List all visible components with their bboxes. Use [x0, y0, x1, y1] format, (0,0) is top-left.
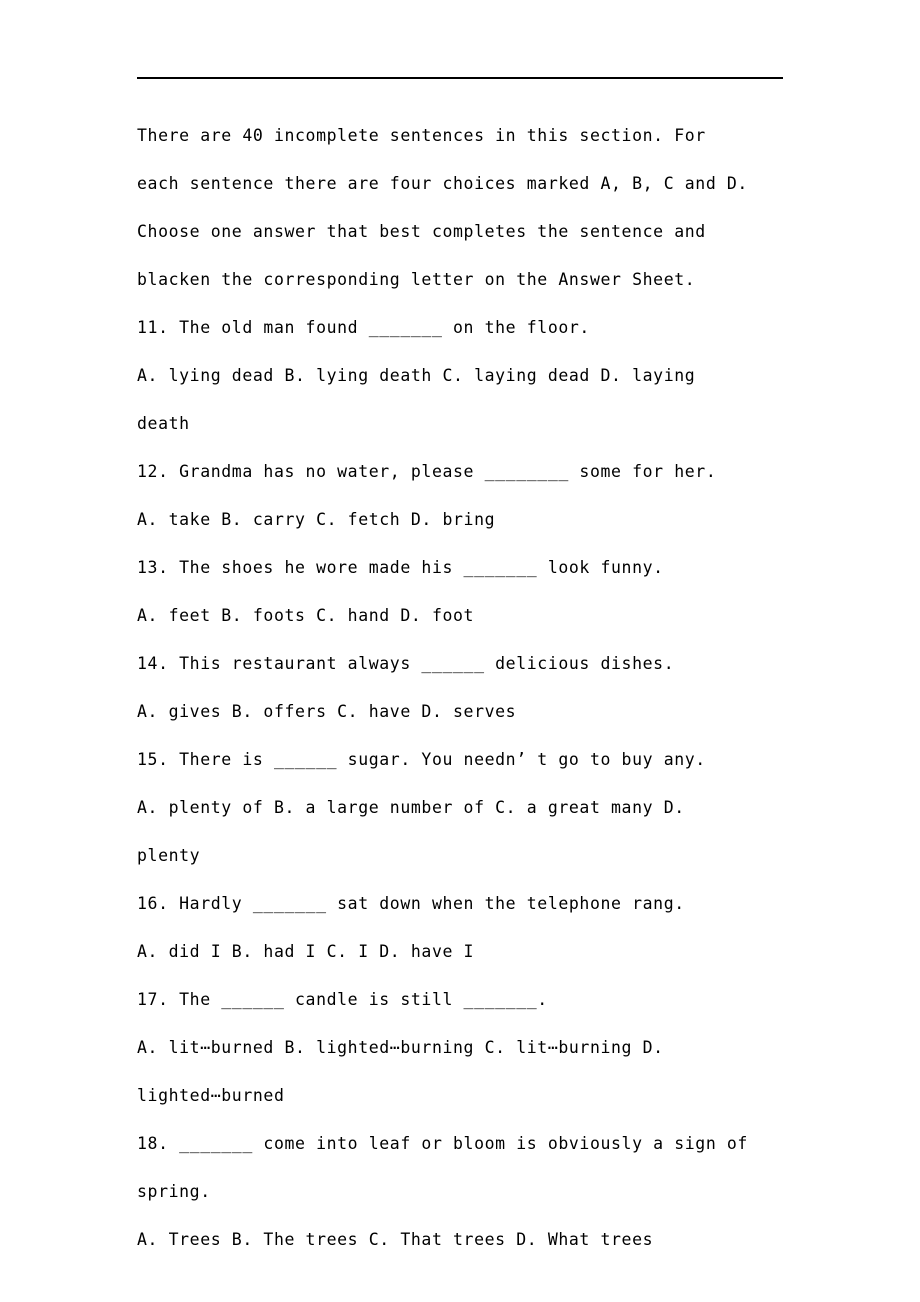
question-block-16: 16. Hardly _______ sat down when the tel…: [137, 880, 757, 976]
question-options: A. gives B. offers C. have D. serves: [137, 702, 517, 721]
question-block-11: 11. The old man found _______ on the flo…: [137, 304, 757, 448]
header-rule: [137, 77, 783, 79]
question-options: A. lit⋯burned B. lighted⋯burning C. lit⋯…: [137, 1038, 675, 1105]
question-stem: 15. There is ______ sugar. You needn’ t …: [137, 750, 706, 769]
question-options: A. did I B. had I C. I D. have I: [137, 942, 475, 961]
question-stem: 17. The ______ candle is still _______.: [137, 990, 548, 1009]
question-options: A. lying dead B. lying death C. laying d…: [137, 366, 706, 433]
question-stem: 14. This restaurant always ______ delici…: [137, 654, 675, 673]
question-stem: 13. The shoes he wore made his _______ l…: [137, 558, 664, 577]
question-block-17: 17. The ______ candle is still _______. …: [137, 976, 757, 1120]
document-content: There are 40 incomplete sentences in thi…: [137, 112, 757, 1264]
question-options: A. Trees B. The trees C. That trees D. W…: [137, 1230, 654, 1249]
question-stem: 11. The old man found _______ on the flo…: [137, 318, 590, 337]
section-instructions: There are 40 incomplete sentences in thi…: [137, 126, 759, 289]
question-stem: 12. Grandma has no water, please _______…: [137, 462, 717, 481]
question-options: A. plenty of B. a large number of C. a g…: [137, 798, 696, 865]
question-block-15: 15. There is ______ sugar. You needn’ t …: [137, 736, 757, 880]
question-block-18: 18. _______ come into leaf or bloom is o…: [137, 1120, 757, 1264]
question-stem: 18. _______ come into leaf or bloom is o…: [137, 1134, 759, 1201]
question-block-13: 13. The shoes he wore made his _______ l…: [137, 544, 757, 640]
document-page: There are 40 incomplete sentences in thi…: [0, 0, 920, 1302]
question-options: A. take B. carry C. fetch D. bring: [137, 510, 496, 529]
question-block-12: 12. Grandma has no water, please _______…: [137, 448, 757, 544]
question-stem: 16. Hardly _______ sat down when the tel…: [137, 894, 685, 913]
question-options: A. feet B. foots C. hand D. foot: [137, 606, 475, 625]
question-block-14: 14. This restaurant always ______ delici…: [137, 640, 757, 736]
